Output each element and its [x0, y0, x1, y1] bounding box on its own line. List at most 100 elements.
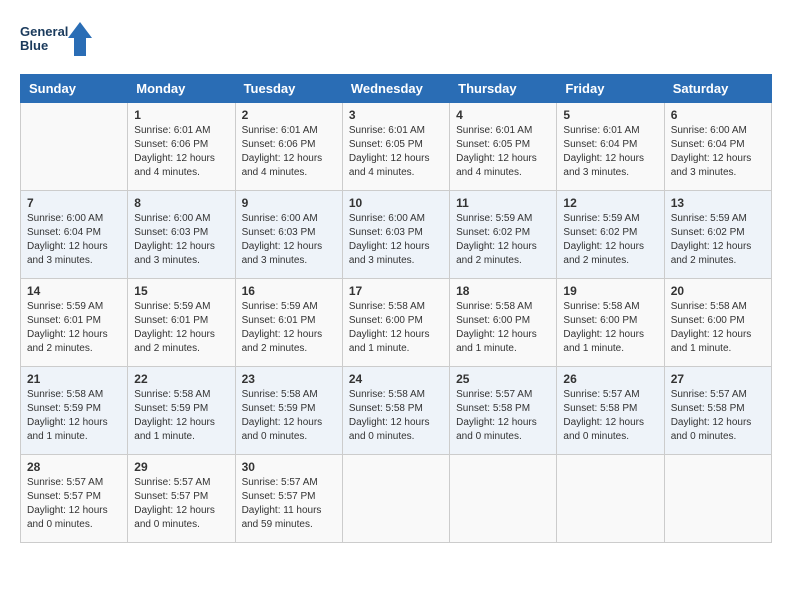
- calendar-cell: [342, 455, 449, 543]
- calendar-cell: 2 Sunrise: 6:01 AM Sunset: 6:06 PM Daylig…: [235, 103, 342, 191]
- day-number: 7: [27, 196, 121, 210]
- day-info: Sunrise: 6:01 AM Sunset: 6:05 PM Dayligh…: [349, 124, 443, 180]
- calendar-cell: [664, 455, 771, 543]
- day-number: 16: [242, 284, 336, 298]
- calendar-cell: [557, 455, 664, 543]
- day-number: 1: [134, 108, 228, 122]
- calendar-cell: 9 Sunrise: 6:00 AM Sunset: 6:03 PM Daylig…: [235, 191, 342, 279]
- calendar-cell: 18Sunrise: 5:58 AM Sunset: 6:00 PM Dayli…: [450, 279, 557, 367]
- calendar-cell: 8 Sunrise: 6:00 AM Sunset: 6:03 PM Daylig…: [128, 191, 235, 279]
- day-info: Sunrise: 5:57 AM Sunset: 5:58 PM Dayligh…: [563, 388, 657, 444]
- calendar-cell: 19Sunrise: 5:58 AM Sunset: 6:00 PM Dayli…: [557, 279, 664, 367]
- day-info: Sunrise: 5:57 AM Sunset: 5:58 PM Dayligh…: [671, 388, 765, 444]
- calendar-cell: 22 Sunrise: 5:58 AM Sunset: 5:59 PM Dayli…: [128, 367, 235, 455]
- calendar-cell: 3 Sunrise: 6:01 AM Sunset: 6:05 PM Daylig…: [342, 103, 449, 191]
- weekday-header-thursday: Thursday: [450, 75, 557, 103]
- day-number: 21: [27, 372, 121, 386]
- calendar-cell: 11Sunrise: 5:59 AM Sunset: 6:02 PM Dayli…: [450, 191, 557, 279]
- weekday-header-friday: Friday: [557, 75, 664, 103]
- calendar-cell: 1 Sunrise: 6:01 AM Sunset: 6:06 PM Daylig…: [128, 103, 235, 191]
- day-info: Sunrise: 6:00 AM Sunset: 6:04 PM Dayligh…: [27, 212, 121, 268]
- page-header: General Blue: [20, 20, 772, 64]
- day-info: Sunrise: 6:00 AM Sunset: 6:03 PM Dayligh…: [242, 212, 336, 268]
- weekday-row: SundayMondayTuesdayWednesdayThursdayFrid…: [21, 75, 772, 103]
- day-number: 9: [242, 196, 336, 210]
- calendar-cell: 23Sunrise: 5:58 AM Sunset: 5:59 PM Dayli…: [235, 367, 342, 455]
- logo: General Blue: [20, 20, 100, 64]
- day-info: Sunrise: 6:01 AM Sunset: 6:04 PM Dayligh…: [563, 124, 657, 180]
- calendar-cell: 15Sunrise: 5:59 AM Sunset: 6:01 PM Dayli…: [128, 279, 235, 367]
- day-number: 30: [242, 460, 336, 474]
- calendar-cell: 25 Sunrise: 5:57 AM Sunset: 5:58 PM Dayli…: [450, 367, 557, 455]
- calendar-week-2: 7 Sunrise: 6:00 AM Sunset: 6:04 PM Daylig…: [21, 191, 772, 279]
- day-number: 22: [134, 372, 228, 386]
- day-info: Sunrise: 6:00 AM Sunset: 6:04 PM Dayligh…: [671, 124, 765, 180]
- day-info: Sunrise: 6:00 AM Sunset: 6:03 PM Dayligh…: [134, 212, 228, 268]
- day-number: 12: [563, 196, 657, 210]
- calendar-week-1: 1 Sunrise: 6:01 AM Sunset: 6:06 PM Daylig…: [21, 103, 772, 191]
- day-info: Sunrise: 6:01 AM Sunset: 6:06 PM Dayligh…: [134, 124, 228, 180]
- calendar-cell: 24 Sunrise: 5:58 AM Sunset: 5:58 PM Dayli…: [342, 367, 449, 455]
- calendar-cell: 27 Sunrise: 5:57 AM Sunset: 5:58 PM Dayli…: [664, 367, 771, 455]
- day-number: 6: [671, 108, 765, 122]
- calendar-cell: 10 Sunrise: 6:00 AM Sunset: 6:03 PM Dayli…: [342, 191, 449, 279]
- day-info: Sunrise: 5:59 AM Sunset: 6:01 PM Dayligh…: [134, 300, 228, 356]
- weekday-header-sunday: Sunday: [21, 75, 128, 103]
- day-number: 17: [349, 284, 443, 298]
- day-info: Sunrise: 5:57 AM Sunset: 5:57 PM Dayligh…: [242, 476, 336, 532]
- svg-text:General: General: [20, 24, 68, 39]
- weekday-header-monday: Monday: [128, 75, 235, 103]
- calendar-cell: 30 Sunrise: 5:57 AM Sunset: 5:57 PM Dayli…: [235, 455, 342, 543]
- day-number: 23: [242, 372, 336, 386]
- weekday-header-saturday: Saturday: [664, 75, 771, 103]
- calendar-cell: 14 Sunrise: 5:59 AM Sunset: 6:01 PM Dayli…: [21, 279, 128, 367]
- day-number: 14: [27, 284, 121, 298]
- day-info: Sunrise: 6:00 AM Sunset: 6:03 PM Dayligh…: [349, 212, 443, 268]
- calendar-week-4: 21 Sunrise: 5:58 AM Sunset: 5:59 PM Dayli…: [21, 367, 772, 455]
- calendar-cell: 7 Sunrise: 6:00 AM Sunset: 6:04 PM Daylig…: [21, 191, 128, 279]
- day-info: Sunrise: 6:01 AM Sunset: 6:06 PM Dayligh…: [242, 124, 336, 180]
- calendar-cell: 29 Sunrise: 5:57 AM Sunset: 5:57 PM Dayli…: [128, 455, 235, 543]
- calendar-header: SundayMondayTuesdayWednesdayThursdayFrid…: [21, 75, 772, 103]
- day-info: Sunrise: 5:57 AM Sunset: 5:57 PM Dayligh…: [134, 476, 228, 532]
- day-info: Sunrise: 5:57 AM Sunset: 5:58 PM Dayligh…: [456, 388, 550, 444]
- calendar-cell: 12 Sunrise: 5:59 AM Sunset: 6:02 PM Dayli…: [557, 191, 664, 279]
- calendar-cell: 26 Sunrise: 5:57 AM Sunset: 5:58 PM Dayli…: [557, 367, 664, 455]
- weekday-header-tuesday: Tuesday: [235, 75, 342, 103]
- calendar-cell: 4 Sunrise: 6:01 AM Sunset: 6:05 PM Daylig…: [450, 103, 557, 191]
- day-number: 25: [456, 372, 550, 386]
- weekday-header-wednesday: Wednesday: [342, 75, 449, 103]
- day-info: Sunrise: 5:58 AM Sunset: 6:00 PM Dayligh…: [349, 300, 443, 356]
- calendar-cell: [450, 455, 557, 543]
- day-number: 26: [563, 372, 657, 386]
- day-number: 24: [349, 372, 443, 386]
- day-number: 20: [671, 284, 765, 298]
- day-number: 4: [456, 108, 550, 122]
- day-info: Sunrise: 5:59 AM Sunset: 6:01 PM Dayligh…: [242, 300, 336, 356]
- calendar-cell: 13 Sunrise: 5:59 AM Sunset: 6:02 PM Dayli…: [664, 191, 771, 279]
- day-number: 27: [671, 372, 765, 386]
- day-info: Sunrise: 5:58 AM Sunset: 5:59 PM Dayligh…: [134, 388, 228, 444]
- calendar-week-3: 14 Sunrise: 5:59 AM Sunset: 6:01 PM Dayli…: [21, 279, 772, 367]
- calendar-table: SundayMondayTuesdayWednesdayThursdayFrid…: [20, 74, 772, 543]
- calendar-cell: 28Sunrise: 5:57 AM Sunset: 5:57 PM Dayli…: [21, 455, 128, 543]
- day-number: 29: [134, 460, 228, 474]
- svg-text:Blue: Blue: [20, 38, 48, 53]
- calendar-week-5: 28 Sunrise: 5:57 AM Sunset: 5:57 PM Dayli…: [21, 455, 772, 543]
- calendar-body: 1 Sunrise: 6:01 AM Sunset: 6:06 PM Daylig…: [21, 103, 772, 543]
- day-number: 13: [671, 196, 765, 210]
- day-number: 8: [134, 196, 228, 210]
- day-info: Sunrise: 5:59 AM Sunset: 6:01 PM Dayligh…: [27, 300, 121, 356]
- day-info: Sunrise: 5:58 AM Sunset: 5:58 PM Dayligh…: [349, 388, 443, 444]
- day-info: Sunrise: 5:59 AM Sunset: 6:02 PM Dayligh…: [563, 212, 657, 268]
- day-info: Sunrise: 6:01 AM Sunset: 6:05 PM Dayligh…: [456, 124, 550, 180]
- day-number: 2: [242, 108, 336, 122]
- calendar-cell: 5Sunrise: 6:01 AM Sunset: 6:04 PM Daylig…: [557, 103, 664, 191]
- calendar-cell: [21, 103, 128, 191]
- day-number: 3: [349, 108, 443, 122]
- day-info: Sunrise: 5:59 AM Sunset: 6:02 PM Dayligh…: [671, 212, 765, 268]
- calendar-cell: 17 Sunrise: 5:58 AM Sunset: 6:00 PM Dayli…: [342, 279, 449, 367]
- calendar-cell: 16 Sunrise: 5:59 AM Sunset: 6:01 PM Dayli…: [235, 279, 342, 367]
- day-number: 10: [349, 196, 443, 210]
- day-number: 28: [27, 460, 121, 474]
